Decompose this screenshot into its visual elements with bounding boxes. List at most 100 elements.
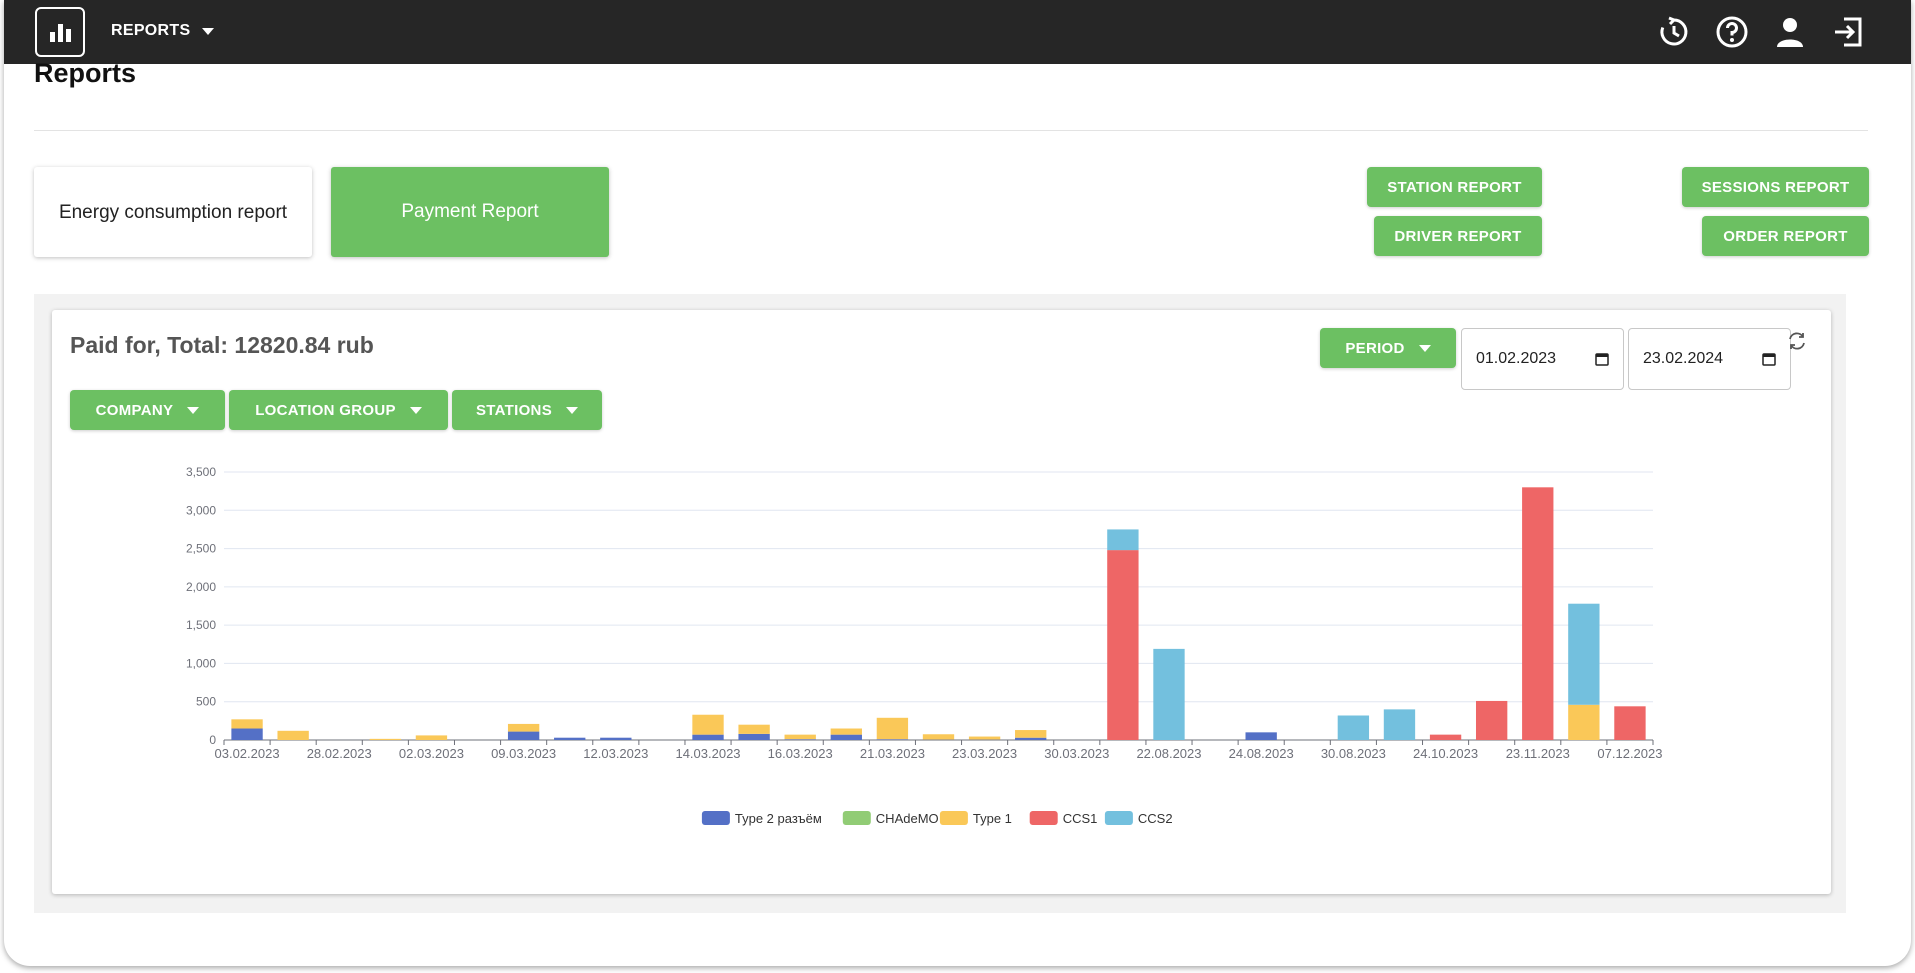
bar-segment[interactable] (1614, 706, 1646, 740)
x-tick-label: 24.10.2023 (1413, 746, 1478, 761)
driver-report-button[interactable]: DRIVER REPORT (1374, 216, 1542, 256)
location-group-filter[interactable]: LOCATION GROUP (229, 390, 448, 430)
stations-filter-label: STATIONS (475, 401, 552, 419)
bar-segment[interactable] (1383, 709, 1416, 740)
bar-segment[interactable] (968, 736, 1001, 740)
legend-swatch (939, 811, 968, 825)
chevron-down-icon (1418, 344, 1431, 352)
legend-swatch (842, 811, 871, 825)
station-report-button[interactable]: STATION REPORT (1367, 167, 1542, 207)
x-tick-label: 30.03.2023 (1044, 746, 1109, 761)
bar-segment[interactable] (1429, 734, 1462, 740)
legend-item[interactable]: CHAdeMO (842, 811, 939, 826)
x-tick-label: 23.11.2023 (1506, 746, 1570, 761)
legend-label: CHAdeMO (876, 811, 939, 826)
refresh-icon[interactable] (1786, 330, 1808, 357)
legend-item[interactable]: Type 1 (939, 811, 1012, 826)
bar-segment[interactable] (1015, 737, 1047, 740)
bar-segment[interactable] (830, 734, 862, 740)
bar-segment[interactable] (1568, 603, 1600, 705)
chevron-down-icon (187, 406, 200, 414)
y-tick-label: 3,000 (186, 503, 216, 517)
bar-segment[interactable] (876, 739, 909, 740)
bar-segment[interactable] (369, 738, 402, 740)
calendar-icon[interactable] (1595, 352, 1609, 366)
bar-segment[interactable] (1107, 550, 1139, 740)
chevron-down-icon (566, 406, 578, 414)
company-filter[interactable]: COMPANY (70, 390, 225, 430)
history-icon[interactable] (1655, 13, 1693, 51)
x-tick-label: 07.12.2023 (1597, 746, 1662, 761)
date-to-input[interactable]: 23.02.2024 (1628, 328, 1791, 390)
stations-filter[interactable]: STATIONS (452, 390, 602, 430)
bar-segment[interactable] (277, 730, 309, 740)
bar-segment[interactable] (231, 728, 263, 740)
date-from-value: 01.02.2023 (1476, 350, 1557, 367)
divider (34, 130, 1868, 131)
x-tick-label: 23.03.2023 (952, 746, 1017, 761)
bar-segment[interactable] (600, 737, 632, 740)
legend-label: CCS2 (1138, 811, 1173, 826)
top-navbar: REPORTS (4, 0, 1911, 64)
bar-segment[interactable] (1245, 732, 1277, 740)
bar-segment[interactable] (738, 733, 770, 740)
bar-segment[interactable] (1153, 648, 1185, 740)
bar-segment[interactable] (415, 735, 448, 740)
x-tick-label: 22.08.2023 (1136, 746, 1201, 761)
bar-chart-logo-icon[interactable] (35, 7, 85, 57)
bar-segment[interactable] (554, 737, 586, 740)
legend-item[interactable]: CCS2 (1104, 811, 1173, 826)
reports-menu[interactable]: REPORTS (111, 22, 215, 40)
legend-item[interactable]: Type 2 разъём (701, 811, 822, 826)
legend-label: Type 2 разъём (735, 811, 822, 826)
y-tick-label: 2,000 (186, 580, 216, 594)
bar-segment[interactable] (922, 734, 955, 740)
sessions-report-button[interactable]: SESSIONS REPORT (1682, 167, 1869, 207)
user-icon[interactable] (1771, 13, 1809, 51)
x-tick-label: 30.08.2023 (1321, 746, 1386, 761)
order-report-button[interactable]: ORDER REPORT (1702, 216, 1869, 256)
bar-segment[interactable] (784, 739, 816, 740)
bar-segment[interactable] (231, 719, 263, 729)
bar-segment[interactable] (1107, 529, 1139, 551)
date-from-input[interactable]: 01.02.2023 (1461, 328, 1624, 390)
y-tick-label: 1,500 (186, 618, 216, 632)
date-to-value: 23.02.2024 (1643, 350, 1724, 367)
bar-segment[interactable] (1522, 487, 1554, 740)
chevron-down-icon (409, 406, 422, 414)
bar-segment[interactable] (738, 724, 770, 734)
y-tick-label: 2,500 (186, 542, 216, 556)
x-tick-label: 14.03.2023 (675, 746, 740, 761)
x-tick-label: 28.02.2023 (307, 746, 372, 761)
x-tick-label: 12.03.2023 (583, 746, 648, 761)
x-tick-label: 09.03.2023 (491, 746, 556, 761)
period-label: PERIOD (1345, 339, 1405, 357)
bar-segment[interactable] (1337, 715, 1370, 740)
x-tick-label: 16.03.2023 (768, 746, 833, 761)
bar-segment[interactable] (876, 717, 909, 740)
legend-swatch (701, 811, 730, 825)
energy-consumption-report-tab[interactable]: Energy consumption report (34, 167, 312, 257)
bar-segment[interactable] (1015, 730, 1047, 738)
panel-title: Paid for, Total: 12820.84 rub (70, 332, 374, 358)
payment-report-tab[interactable]: Payment Report (331, 167, 609, 257)
bar-segment[interactable] (692, 714, 724, 735)
bar-segment[interactable] (1475, 700, 1508, 740)
period-dropdown[interactable]: PERIOD (1320, 328, 1456, 368)
bar-segment[interactable] (830, 728, 862, 735)
calendar-icon[interactable] (1762, 352, 1776, 366)
bar-segment[interactable] (784, 734, 816, 740)
bar-segment[interactable] (507, 731, 540, 740)
legend-swatch (1104, 811, 1133, 825)
bar-segment[interactable] (507, 723, 540, 732)
logout-icon[interactable] (1829, 13, 1867, 51)
payment-chart: 0 500 1,000 1,500 2,000 2,500 3,000 3,500 03.02… (186, 465, 1663, 826)
y-tick-label: 500 (196, 695, 216, 709)
x-tick-label: 21.03.2023 (860, 746, 925, 761)
help-icon[interactable] (1713, 13, 1751, 51)
app-window: REPORTS Reports Energy consumption repor… (4, 0, 1911, 966)
reports-menu-label: REPORTS (111, 22, 191, 39)
bar-segment[interactable] (1568, 704, 1600, 740)
bar-segment[interactable] (692, 734, 724, 740)
legend-item[interactable]: CCS1 (1029, 811, 1098, 826)
